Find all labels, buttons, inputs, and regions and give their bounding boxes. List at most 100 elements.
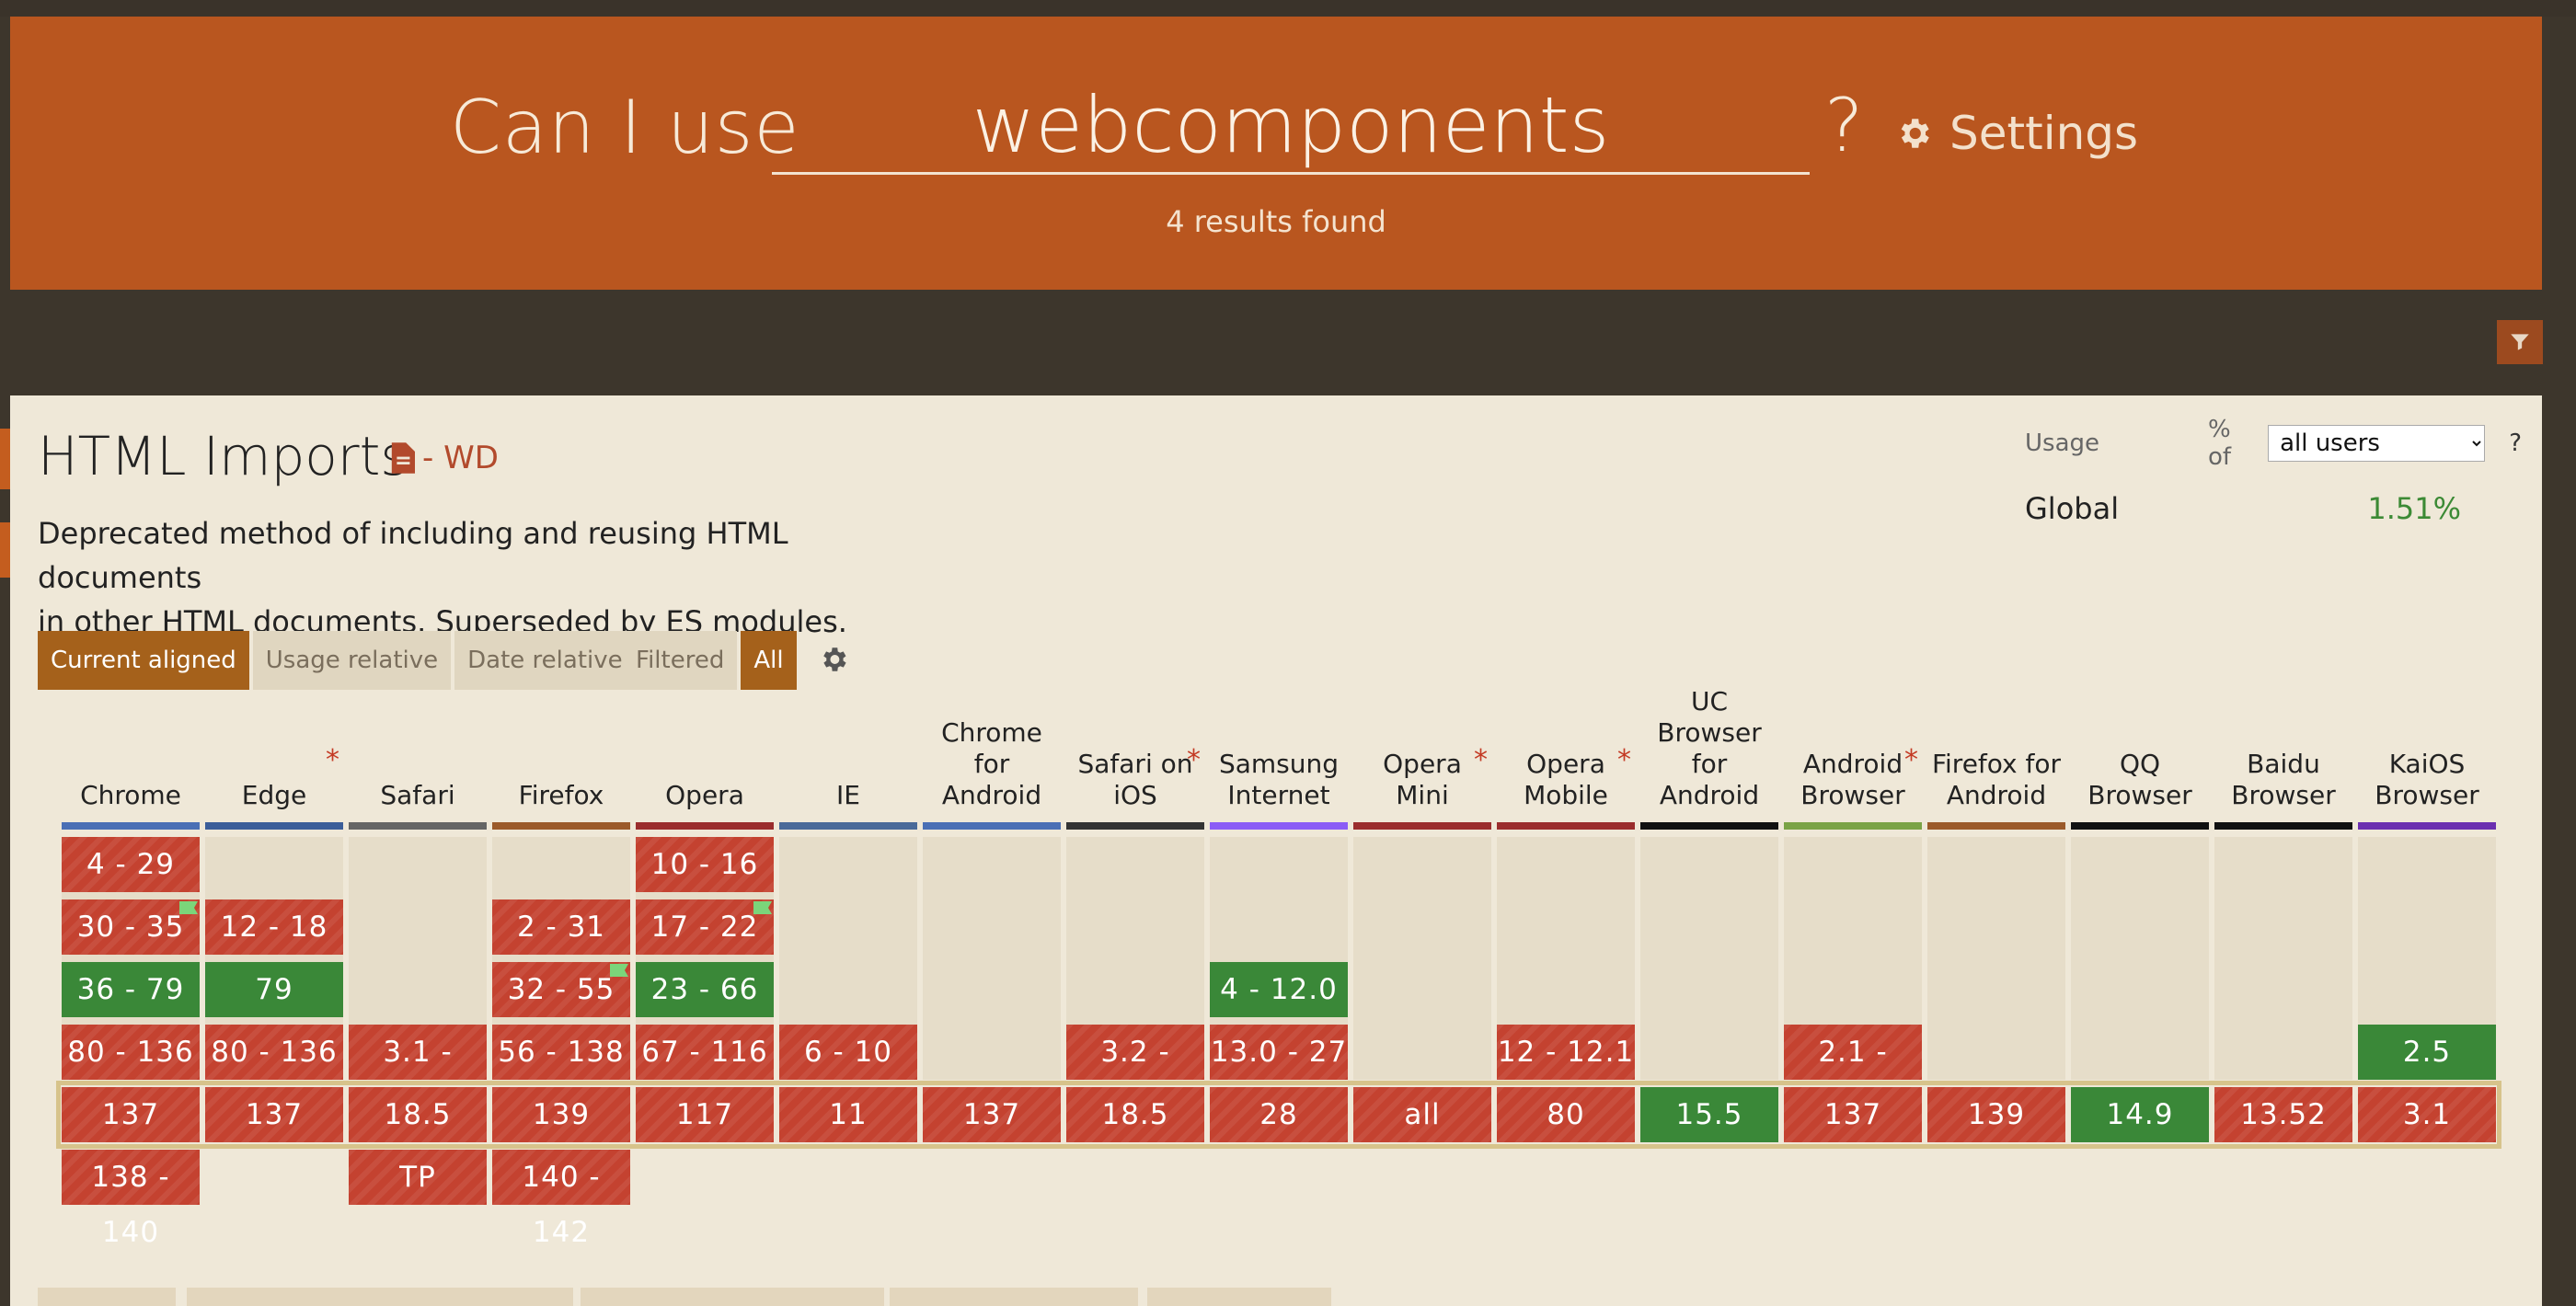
browser-header-baidu-browser[interactable]: Baidu Browser [2214,690,2352,819]
gear-icon [1901,119,1929,148]
browser-color-bar [1497,822,1635,830]
note-asterisk[interactable]: * [1904,745,1918,776]
support-cell[interactable]: 139 [492,1087,630,1142]
browser-header-opera-mobile[interactable]: Opera Mobile * [1497,690,1635,819]
browser-header-chrome-for-android[interactable]: Chrome for Android [923,690,1061,819]
browser-header-uc-browser-for-android[interactable]: UC Browser for Android [1640,686,1778,819]
support-cell[interactable]: 56 - 138 [492,1025,630,1080]
usage-help[interactable]: ? [2509,430,2522,457]
filter-tabs: Filtered All [623,631,797,690]
support-cell[interactable]: 2.5 [2358,1025,2496,1080]
bottom-tab[interactable] [890,1288,1138,1306]
browser-color-bar [2214,822,2352,830]
browser-header-edge[interactable]: Edge * [205,690,343,819]
browser-header-firefox-for-android[interactable]: Firefox for Android [1927,690,2065,819]
support-cell[interactable]: 15.5 [1640,1087,1778,1142]
support-cell[interactable]: 80 [1497,1087,1635,1142]
tab-filtered[interactable]: Filtered [623,631,738,690]
version-range: 139 [1967,1098,2026,1131]
browser-header-opera-mini[interactable]: Opera Mini * [1353,690,1491,819]
support-cell[interactable]: 18.5 [349,1087,487,1142]
support-cell[interactable]: 138 - 140 [62,1150,200,1249]
browser-header-safari-on-ios[interactable]: Safari on iOS * [1066,690,1204,819]
note-asterisk[interactable]: * [326,745,339,776]
support-cell[interactable]: TP [349,1150,487,1205]
tab-current-aligned[interactable]: Current aligned [38,631,249,690]
note-asterisk[interactable]: * [1187,745,1201,776]
note-asterisk[interactable]: * [1474,745,1488,776]
browser-header-qq-browser[interactable]: QQ Browser [2071,690,2209,819]
support-cell[interactable]: 32 - 55 [492,962,630,1017]
support-cell[interactable]: 12 - 18 [205,899,343,955]
spec-status[interactable]: - WD [389,440,499,476]
tab-date-relative[interactable]: Date relative [454,631,636,690]
version-range: 79 [255,973,293,1006]
support-cell[interactable]: 139 [1927,1087,2065,1142]
support-cell[interactable]: 137 [62,1087,200,1142]
settings-button[interactable]: Settings [1894,107,2138,160]
support-cell[interactable]: 140 - 142 [492,1150,630,1249]
side-tab[interactable] [0,522,10,578]
user-scope-select[interactable]: all users [2268,425,2486,462]
support-cell[interactable]: 3.1 [2358,1087,2496,1142]
results-count: 4 results found [1166,204,1386,239]
support-cell[interactable]: 12 - 12.1 [1497,1025,1635,1080]
gear-icon[interactable] [818,644,849,675]
support-cell[interactable]: 67 - 116 [636,1025,774,1080]
tab-all[interactable]: All [741,631,797,690]
support-cell[interactable]: 80 - 136 [205,1025,343,1080]
support-cell[interactable]: 137 [1784,1087,1922,1142]
side-tab[interactable] [0,429,10,489]
search-input[interactable] [772,77,1810,175]
note-asterisk[interactable]: * [1617,745,1631,776]
support-cell[interactable]: 17 - 22 [636,899,774,955]
browser-header-firefox[interactable]: Firefox [492,690,630,819]
support-cell[interactable]: 23 - 66 [636,962,774,1017]
support-cell[interactable]: 36 - 79 [62,962,200,1017]
browser-header-opera[interactable]: Opera [636,690,774,819]
support-cell[interactable]: 80 - 136 [62,1025,200,1080]
support-cell[interactable]: 13.0 - 27 [1210,1025,1348,1080]
support-cell[interactable]: 117 [636,1087,774,1142]
version-range: 17 - 22 [650,911,759,944]
version-range: 117 [675,1098,734,1131]
browser-header-kaios-browser[interactable]: KaiOS Browser [2358,690,2496,819]
bottom-tab[interactable] [581,1288,884,1306]
version-range: 3.1 [2402,1098,2452,1131]
browser-header-android-browser[interactable]: Android Browser * [1784,690,1922,819]
support-cell[interactable]: 4 - 12.0 [1210,962,1348,1017]
browser-header-chrome[interactable]: Chrome [62,690,200,819]
support-cell[interactable]: 30 - 35 [62,899,200,955]
support-cell[interactable]: 28 [1210,1087,1348,1142]
browser-name: Opera Mini [1383,749,1462,810]
support-cell[interactable]: all [1353,1087,1491,1142]
browser-name: Chrome for Android [941,717,1042,810]
support-cell[interactable]: 14.9 [2071,1087,2209,1142]
support-cell[interactable]: 2.1 - 4.4.4 [1784,1025,1922,1124]
support-cell[interactable]: 3.2 - 18.4 [1066,1025,1204,1124]
support-cell[interactable]: 10 - 16 [636,837,774,892]
support-cell[interactable]: 6 - 10 [779,1025,917,1080]
support-cell[interactable]: 4 - 29 [62,837,200,892]
browser-header-safari[interactable]: Safari [349,690,487,819]
support-cell[interactable]: 79 [205,962,343,1017]
browser-header-ie[interactable]: IE [779,690,917,819]
browser-header-samsung-internet[interactable]: Samsung Internet [1210,690,1348,819]
support-cell[interactable]: 18.5 [1066,1087,1204,1142]
support-cell[interactable]: 137 [205,1087,343,1142]
support-cell[interactable]: 11 [779,1087,917,1142]
usage-value: 1.51% [2367,491,2461,526]
version-range: 80 - 136 [67,1036,194,1069]
tab-usage-relative[interactable]: Usage relative [252,631,452,690]
support-cell[interactable]: 137 [923,1087,1061,1142]
search-question-mark: ? [1824,83,1864,168]
version-range: 36 - 79 [76,973,185,1006]
bottom-tab[interactable] [187,1288,573,1306]
support-cell[interactable]: 3.1 - 18.4 [349,1025,487,1124]
feature-title[interactable]: HTML Imports [38,425,408,487]
support-cell[interactable]: 2 - 31 [492,899,630,955]
filter-button[interactable] [2497,320,2543,364]
bottom-tab[interactable] [38,1288,176,1306]
support-cell[interactable]: 13.52 [2214,1087,2352,1142]
bottom-tab[interactable] [1147,1288,1331,1306]
